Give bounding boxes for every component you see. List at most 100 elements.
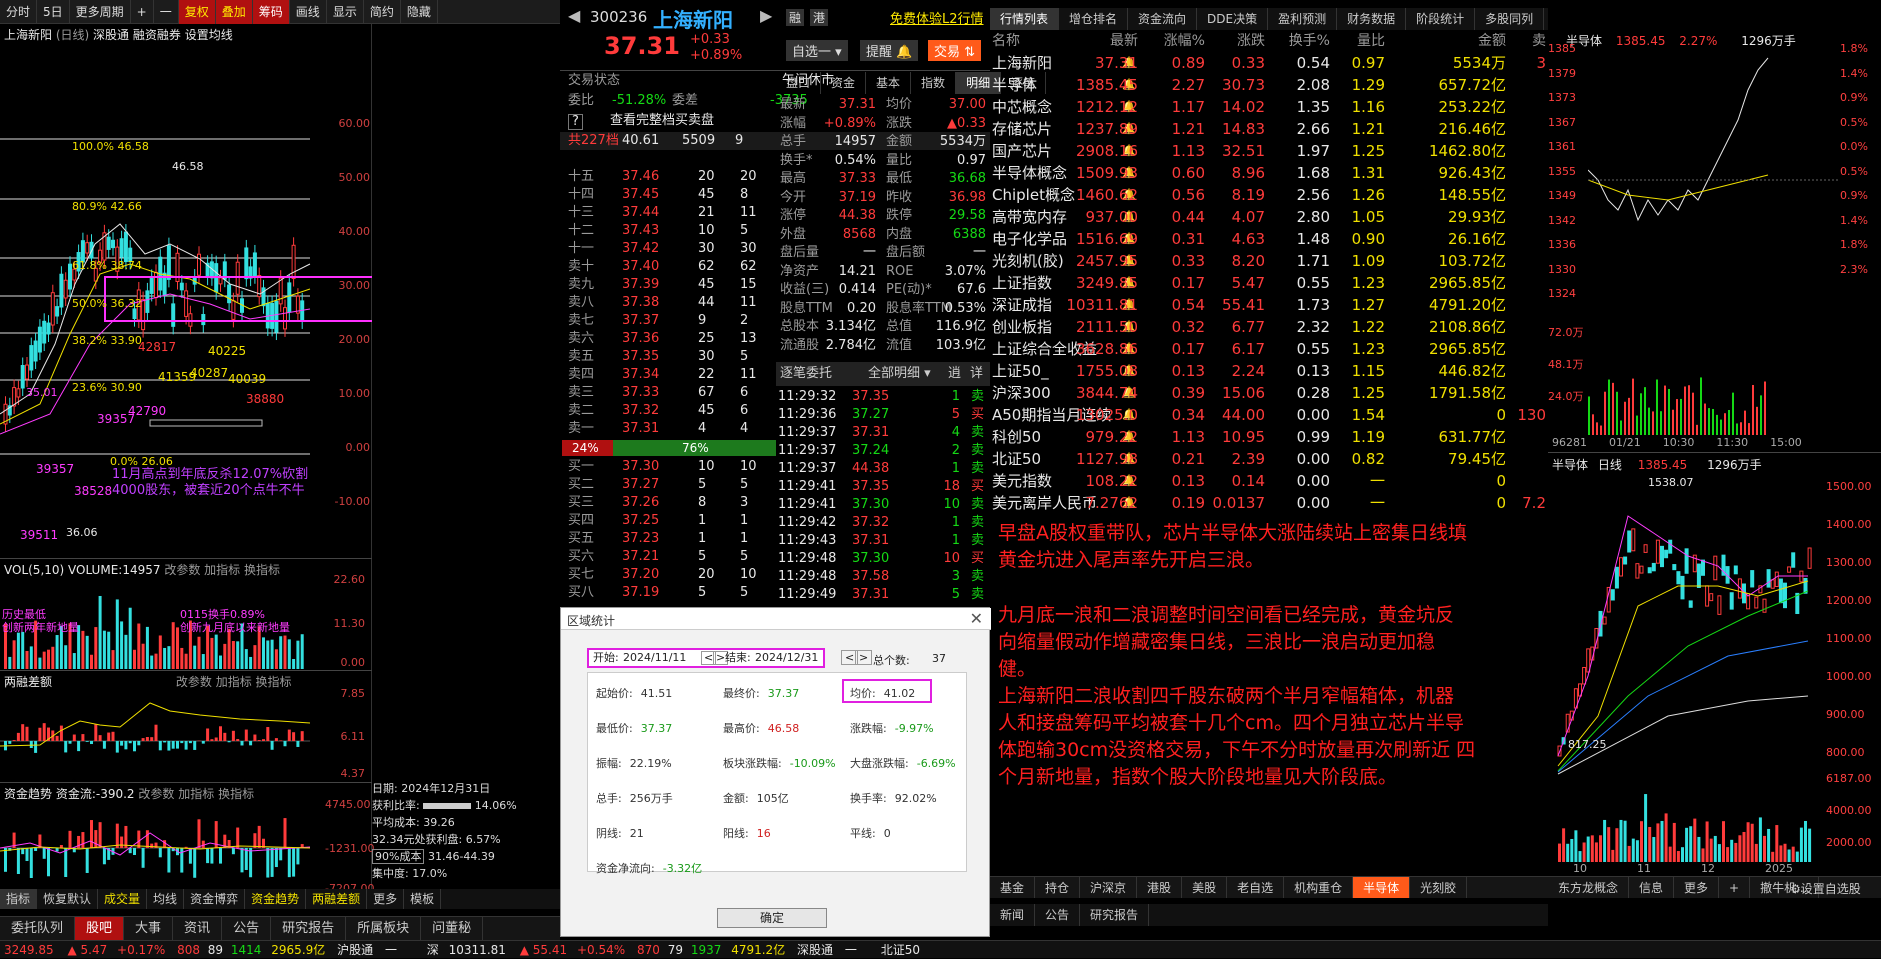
market-row[interactable]: 科创50🔔979.221.1310.950.991.19631.77亿 xyxy=(990,426,1548,448)
market-row[interactable]: 北证50🔔1127.980.212.390.000.8279.45亿 xyxy=(990,448,1548,470)
market-row[interactable]: 上海新阳🔔37.310.890.330.540.975534万3 xyxy=(990,52,1548,74)
market-row[interactable]: A50期指当月连续🔔13025.00.3444.000.001.540130 xyxy=(990,404,1548,426)
display-button[interactable]: 显示 xyxy=(327,0,364,24)
market-row[interactable]: 上证指数🔔3249.850.175.470.551.232965.85亿 xyxy=(990,272,1548,294)
ask-row[interactable]: 卖六37.362513 xyxy=(560,330,775,348)
bid-row[interactable]: 买四37.2511 xyxy=(560,512,775,530)
ask-row[interactable]: 卖十37.406262 xyxy=(560,258,775,276)
margin-swap-indicator[interactable]: 换指标 xyxy=(256,675,292,689)
free-l2-link[interactable]: 免费体验L2行情 xyxy=(890,8,984,27)
tick-track-button[interactable]: 逍 xyxy=(948,362,961,386)
announcement-tab[interactable]: 公告 xyxy=(1035,904,1080,926)
tab-stage-stats[interactable]: 阶段统计 xyxy=(1406,8,1475,30)
tab-earnings[interactable]: 盈利预测 xyxy=(1268,8,1337,30)
tick-detail-button[interactable]: 详 xyxy=(970,362,983,386)
tab-multi-stock[interactable]: 多股同列 xyxy=(1475,8,1544,30)
ask-row[interactable]: 卖四37.342211 xyxy=(560,366,775,384)
market-row[interactable]: 存储芯片🔔1237.891.2114.832.661.21216.46亿 xyxy=(990,118,1548,140)
group-old-watchlist[interactable]: 老自选 xyxy=(1227,877,1284,898)
market-row[interactable]: 上证综合全收益🔔3628.860.176.170.551.232965.85亿 xyxy=(990,338,1548,360)
group-fund[interactable]: 基金 xyxy=(990,877,1035,898)
tab-position-rank[interactable]: 增仓排名 xyxy=(1059,8,1128,30)
bid-row[interactable]: 买六37.2155 xyxy=(560,548,775,566)
bid-row[interactable]: 买一37.301010 xyxy=(560,458,775,476)
col-last[interactable]: 最新 xyxy=(1110,30,1138,52)
fund-game-button[interactable]: 资金博弈 xyxy=(184,889,245,909)
chip-cost90-select[interactable]: 90%成本 xyxy=(372,849,424,864)
more-periods-button[interactable]: 更多周期 xyxy=(70,0,131,24)
intraday-index-chart[interactable] xyxy=(1588,50,1838,440)
tab-ask-secretary[interactable]: 问董秘 xyxy=(421,917,483,940)
simple-button[interactable]: 简约 xyxy=(364,0,401,24)
tab-stock-forum[interactable]: 股吧 xyxy=(75,917,124,940)
draw-line-button[interactable]: 画线 xyxy=(290,0,327,24)
tick-filter-select[interactable]: 全部明细 ▾ xyxy=(868,362,931,386)
vol-edit-params[interactable]: 改参数 xyxy=(164,563,200,577)
tab-index[interactable]: 指数 xyxy=(911,72,956,94)
more-indicators-button[interactable]: 更多 xyxy=(367,889,404,909)
help-icon[interactable]: ? xyxy=(568,114,583,130)
next-stock-arrow[interactable]: ▶ xyxy=(760,6,772,25)
ask-row[interactable]: 卖一37.3144 xyxy=(560,420,775,438)
col-ask[interactable]: 卖 xyxy=(1532,30,1546,52)
watchlist-button[interactable]: 自选一 ▾ xyxy=(786,40,848,61)
chart-tag-margin[interactable]: 融资融券 xyxy=(133,28,181,42)
col-vol-ratio[interactable]: 量比 xyxy=(1357,30,1385,52)
ask-row[interactable]: 卖二37.32456 xyxy=(560,402,775,420)
add-group-button[interactable]: + xyxy=(1719,877,1750,898)
reset-default-button[interactable]: 恢复默认 xyxy=(37,889,98,909)
market-row[interactable]: 中芯概念🔔1212.121.1714.021.351.16253.22亿 xyxy=(990,96,1548,118)
ask-row[interactable]: 卖八37.384411 xyxy=(560,294,775,312)
tab-events[interactable]: 大事 xyxy=(124,917,173,940)
tab-financials[interactable]: 财务数据 xyxy=(1337,8,1406,30)
research-tab[interactable]: 研究报告 xyxy=(1080,904,1149,926)
market-row[interactable]: 国产芯片🔔2908.161.1332.511.971.251462.80亿 xyxy=(990,140,1548,162)
zoom-out-button[interactable]: 一 xyxy=(154,0,179,24)
index-kline-chart[interactable] xyxy=(1548,476,1818,776)
ask-row[interactable]: 十一37.423030 xyxy=(560,240,775,258)
tab-news[interactable]: 资讯 xyxy=(173,917,222,940)
indicator-tab[interactable]: 指标 xyxy=(0,889,37,909)
bid-row[interactable]: 买八37.1955 xyxy=(560,584,775,602)
template-button[interactable]: 模板 xyxy=(404,889,441,909)
period-intraday-tab[interactable]: 分时 xyxy=(0,0,37,24)
tab-fund-flow[interactable]: 资金流向 xyxy=(1128,8,1197,30)
settings-watchlist[interactable]: ⚙设置自选股 xyxy=(1790,880,1861,897)
market-row[interactable]: 创业板指🔔2111.500.326.772.321.222108.86亿 xyxy=(990,316,1548,338)
group-holdings[interactable]: 持仓 xyxy=(1035,877,1080,898)
tab-dde[interactable]: DDE决策 xyxy=(1197,8,1268,30)
chart-tag-sz-connect[interactable]: 深股通 xyxy=(93,28,129,42)
col-turnover[interactable]: 换手% xyxy=(1289,30,1330,52)
tab-basic[interactable]: 基本 xyxy=(866,72,911,94)
zoom-in-button[interactable]: + xyxy=(131,0,154,24)
tick-order-label[interactable]: 逐笔委托 xyxy=(780,362,832,386)
group-info[interactable]: 信息 xyxy=(1629,877,1674,898)
group-a-shares[interactable]: 沪深京 xyxy=(1080,877,1137,898)
tab-quote-list[interactable]: 行情列表 xyxy=(990,8,1059,30)
margin-diff-button[interactable]: 两融差额 xyxy=(306,889,367,909)
tab-order-queue[interactable]: 委托队列 xyxy=(0,917,75,940)
end-next-button[interactable]: > xyxy=(855,650,872,665)
margin-edit-params[interactable]: 改参数 xyxy=(176,675,212,689)
tab-sectors[interactable]: 所属板块 xyxy=(346,917,421,940)
tab-quote[interactable]: 盘口 xyxy=(776,72,821,94)
market-row[interactable]: 上证50_🔔1755.080.132.240.131.15446.82亿 xyxy=(990,360,1548,382)
col-name[interactable]: 名称 xyxy=(992,30,1020,52)
group-hk[interactable]: 港股 xyxy=(1137,877,1182,898)
sz-connect-label[interactable]: 深股通 xyxy=(797,943,833,957)
margin-add-indicator[interactable]: 加指标 xyxy=(216,675,252,689)
ask-row[interactable]: 卖五37.35305 xyxy=(560,348,775,366)
col-change[interactable]: 涨跌 xyxy=(1237,30,1265,52)
bid-row[interactable]: 买二37.2755 xyxy=(560,476,775,494)
chart-tag-ma-settings[interactable]: 设置均线 xyxy=(185,28,233,42)
tab-announcements[interactable]: 公告 xyxy=(222,917,271,940)
market-row[interactable]: 半导体概念🔔1509.930.608.961.681.31926.43亿 xyxy=(990,162,1548,184)
col-change-pct[interactable]: 涨幅% xyxy=(1164,30,1205,52)
ask-row[interactable]: 十四37.45458 xyxy=(560,186,775,204)
fund-edit-params[interactable]: 改参数 xyxy=(138,787,174,801)
col-amount[interactable]: 金额 xyxy=(1478,30,1506,52)
ask-row[interactable]: 十二37.43105 xyxy=(560,222,775,240)
chips-button[interactable]: 筹码 xyxy=(253,0,290,24)
tab-funds[interactable]: 资金 xyxy=(821,72,866,94)
news-tab[interactable]: 新闻 xyxy=(990,904,1035,926)
